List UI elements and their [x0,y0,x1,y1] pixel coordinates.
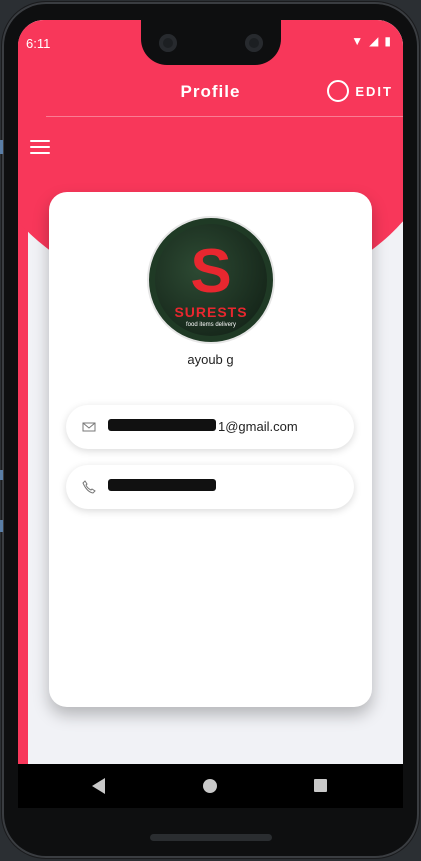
redacted-phone [108,479,216,491]
edit-label: EDIT [355,83,393,99]
battery-icon: ▮ [384,34,391,48]
signal-icon: ◢ [369,34,379,48]
camera-icon [245,34,263,52]
logo-tagline: food items delivery [185,322,237,328]
phone-field[interactable] [66,465,354,509]
camera-icon [159,34,177,52]
edit-button[interactable]: EDIT [327,80,393,102]
user-name: ayoub g [187,352,234,367]
profile-card: S SURESTS food items delivery ayoub g 1@… [49,192,372,707]
phone-icon [82,480,96,494]
avatar-image: S SURESTS food items delivery [155,224,267,336]
camera-notch [141,20,281,65]
system-nav-bar [18,764,403,808]
home-icon[interactable] [203,779,217,793]
frame-edge [0,140,3,154]
logo-name: SURESTS [174,304,248,320]
recents-icon[interactable] [314,779,327,792]
email-field[interactable]: 1@gmail.com [66,405,354,449]
back-icon[interactable] [92,778,105,794]
edit-icon [327,80,350,102]
hamburger-menu-icon[interactable] [30,140,50,154]
status-time: 6:11 [26,36,51,51]
logo-letter: S [190,237,232,306]
redacted-text [108,419,216,431]
speaker-grille [150,834,272,841]
frame-edge [0,520,3,532]
wifi-icon: ▼ [351,34,364,48]
status-icons: ▼ ◢ ▮ [351,34,391,48]
email-value: 1@gmail.com [218,419,298,434]
app-screen: 6:11 ▼ ◢ ▮ Profile EDIT S SURESTS food i… [18,20,403,764]
avatar[interactable]: S SURESTS food items delivery [147,216,275,344]
mail-icon [82,422,96,432]
header-divider [46,116,403,117]
frame-edge [0,470,3,480]
